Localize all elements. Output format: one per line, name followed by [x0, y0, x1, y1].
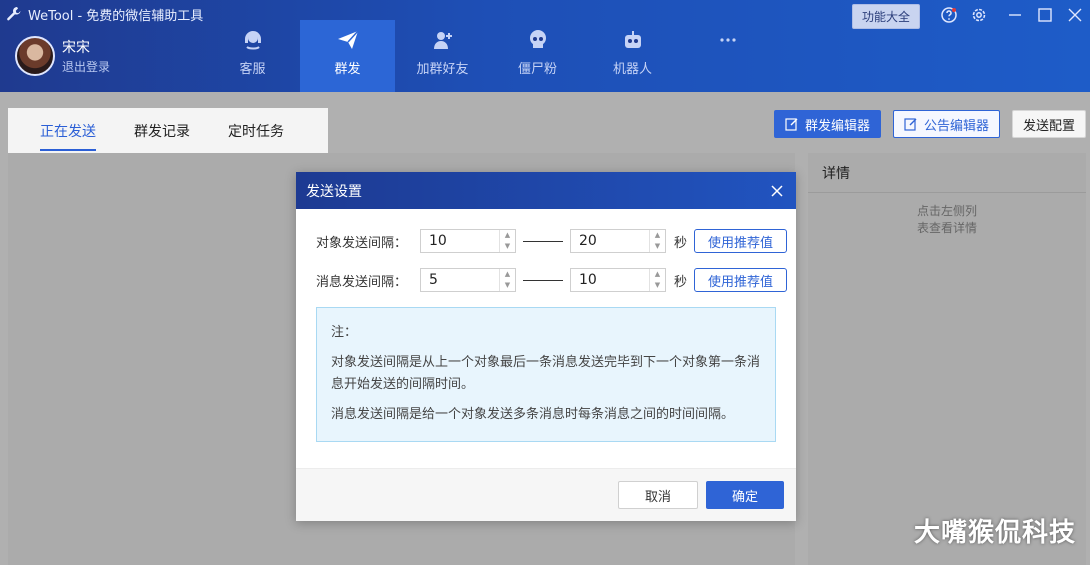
window-controls: 功能大全: [851, 0, 1090, 30]
nav-item-zombie-fans[interactable]: 僵尸粉: [490, 20, 585, 92]
main-nav: 客服 群发 加群好友 僵尸粉 机器人: [205, 20, 775, 92]
skull-icon: [529, 30, 546, 48]
app-title-text: WeTool - 免费的微信辅助工具: [28, 8, 204, 24]
nav-label: 客服: [239, 62, 266, 77]
paper-plane-icon: [337, 30, 359, 49]
nav-label: 机器人: [612, 62, 652, 77]
nav-item-add-group-friend[interactable]: 加群好友: [395, 20, 490, 92]
object-interval-label: 对象发送间隔：: [316, 235, 408, 251]
note-text: 消息发送间隔是给一个对象发送多条消息时每条消息之间的时间间隔。: [331, 407, 735, 422]
maximize-button[interactable]: [1030, 0, 1060, 30]
tab-send-history[interactable]: 群发记录: [134, 108, 190, 153]
spin-value: 20: [579, 233, 597, 249]
spin-value: 5: [429, 272, 438, 288]
chevron-down-icon[interactable]: ▼: [650, 241, 665, 252]
spin-arrows[interactable]: ▲ ▼: [499, 269, 515, 291]
settings-button[interactable]: [964, 0, 994, 30]
dialog-title: 发送设置: [306, 183, 362, 200]
dialog-footer: 取消 确定: [296, 468, 796, 521]
nav-item-group-send[interactable]: 群发: [300, 20, 395, 92]
message-use-recommended-button[interactable]: 使用推荐值: [694, 268, 788, 292]
minimize-button[interactable]: [1000, 0, 1030, 30]
group-editor-label: 群发编辑器: [804, 118, 870, 134]
minimize-icon: [1009, 14, 1021, 16]
object-interval-row: 对象发送间隔： 10 ▲ ▼ 20 ▲ ▼ 秒 使用推荐值: [316, 229, 788, 253]
add-friend-icon: [433, 32, 452, 49]
feature-list-button[interactable]: 功能大全: [851, 3, 920, 29]
seconds-unit: 秒: [674, 235, 688, 251]
send-settings-dialog: 发送设置 对象发送间隔： 10 ▲ ▼ 20 ▲ ▼ 秒 使用推荐值 消息发送间隔：…: [296, 172, 796, 521]
chevron-down-icon[interactable]: ▼: [500, 280, 515, 291]
send-tabs: 正在发送 群发记录 定时任务: [8, 108, 328, 153]
title-bar: WeTool - 免费的微信辅助工具 宋宋 退出登录 客服 群发 加群好友 僵尸…: [0, 0, 1090, 92]
gear-icon: [972, 8, 986, 22]
wrench-icon: [7, 7, 21, 21]
more-icon: [719, 38, 736, 42]
message-interval-max-input[interactable]: 10 ▲ ▼: [570, 268, 666, 292]
details-hint-line: 点击左侧列: [916, 204, 977, 218]
spin-arrows[interactable]: ▲ ▼: [499, 230, 515, 252]
edit-icon: [785, 118, 798, 131]
avatar[interactable]: [15, 36, 55, 76]
nav-item-robot[interactable]: 机器人: [585, 20, 680, 92]
range-dash: [523, 240, 563, 242]
note-text: 对象发送间隔是从上一个对象最后一条消息发送完毕到下一个对象第一条消息开始发送的间…: [331, 355, 761, 392]
message-interval-label: 消息发送间隔：: [316, 274, 408, 290]
object-interval-max-input[interactable]: 20 ▲ ▼: [570, 229, 666, 253]
chevron-up-icon[interactable]: ▲: [500, 230, 515, 241]
notice-editor-label: 公告编辑器: [923, 118, 989, 134]
object-interval-min-input[interactable]: 10 ▲ ▼: [420, 229, 516, 253]
details-panel: 详情 点击左侧列 表查看详情: [808, 153, 1086, 565]
close-window-button[interactable]: [1060, 0, 1090, 30]
object-use-recommended-button[interactable]: 使用推荐值: [694, 229, 788, 253]
note-heading: 注：: [331, 325, 358, 340]
nav-item-more[interactable]: [680, 20, 775, 92]
spin-value: 10: [579, 272, 597, 288]
seconds-unit: 秒: [674, 274, 688, 290]
nav-label: 加群好友: [416, 62, 469, 77]
nav-label: 群发: [334, 62, 361, 77]
tab-sending[interactable]: 正在发送: [40, 108, 96, 153]
help-button[interactable]: [934, 0, 964, 30]
app-title: WeTool - 免费的微信辅助工具: [6, 4, 203, 24]
details-title: 详情: [808, 153, 1086, 193]
cancel-button[interactable]: 取消: [618, 481, 698, 509]
help-icon: [941, 7, 957, 23]
chevron-up-icon[interactable]: ▲: [650, 269, 665, 280]
spin-arrows[interactable]: ▲ ▼: [649, 230, 665, 252]
group-editor-button[interactable]: 群发编辑器: [773, 110, 881, 138]
nav-item-customer-service[interactable]: 客服: [205, 20, 300, 92]
spin-value: 10: [429, 233, 447, 249]
headset-icon: [244, 31, 261, 50]
chevron-down-icon[interactable]: ▼: [500, 241, 515, 252]
robot-icon: [624, 31, 641, 48]
close-icon: [1068, 8, 1082, 22]
chevron-up-icon[interactable]: ▲: [650, 230, 665, 241]
user-name: 宋宋: [62, 40, 90, 56]
message-interval-min-input[interactable]: 5 ▲ ▼: [420, 268, 516, 292]
close-icon[interactable]: [770, 184, 784, 198]
dialog-header: 发送设置: [296, 172, 796, 209]
details-hint: 点击左侧列 表查看详情: [808, 203, 1086, 237]
send-config-button[interactable]: 发送配置: [1011, 110, 1086, 138]
message-interval-row: 消息发送间隔： 5 ▲ ▼ 10 ▲ ▼ 秒 使用推荐值: [316, 268, 788, 292]
maximize-icon: [1038, 8, 1052, 22]
confirm-button[interactable]: 确定: [706, 481, 784, 509]
details-hint-line: 表查看详情: [916, 221, 977, 235]
logout-link[interactable]: 退出登录: [62, 58, 110, 75]
chevron-down-icon[interactable]: ▼: [650, 280, 665, 291]
notice-editor-button[interactable]: 公告编辑器: [892, 110, 1000, 138]
range-dash: [523, 279, 563, 281]
edit-icon: [904, 118, 917, 131]
chevron-up-icon[interactable]: ▲: [500, 269, 515, 280]
toolbar-actions: 群发编辑器 公告编辑器 发送配置: [773, 110, 1090, 138]
watermark: 大嘴猴侃科技: [913, 518, 1076, 548]
note-box: 注： 对象发送间隔是从上一个对象最后一条消息发送完毕到下一个对象第一条消息开始发…: [316, 307, 776, 442]
tab-scheduled-tasks[interactable]: 定时任务: [228, 108, 284, 153]
spin-arrows[interactable]: ▲ ▼: [649, 269, 665, 291]
nav-label: 僵尸粉: [517, 62, 557, 77]
